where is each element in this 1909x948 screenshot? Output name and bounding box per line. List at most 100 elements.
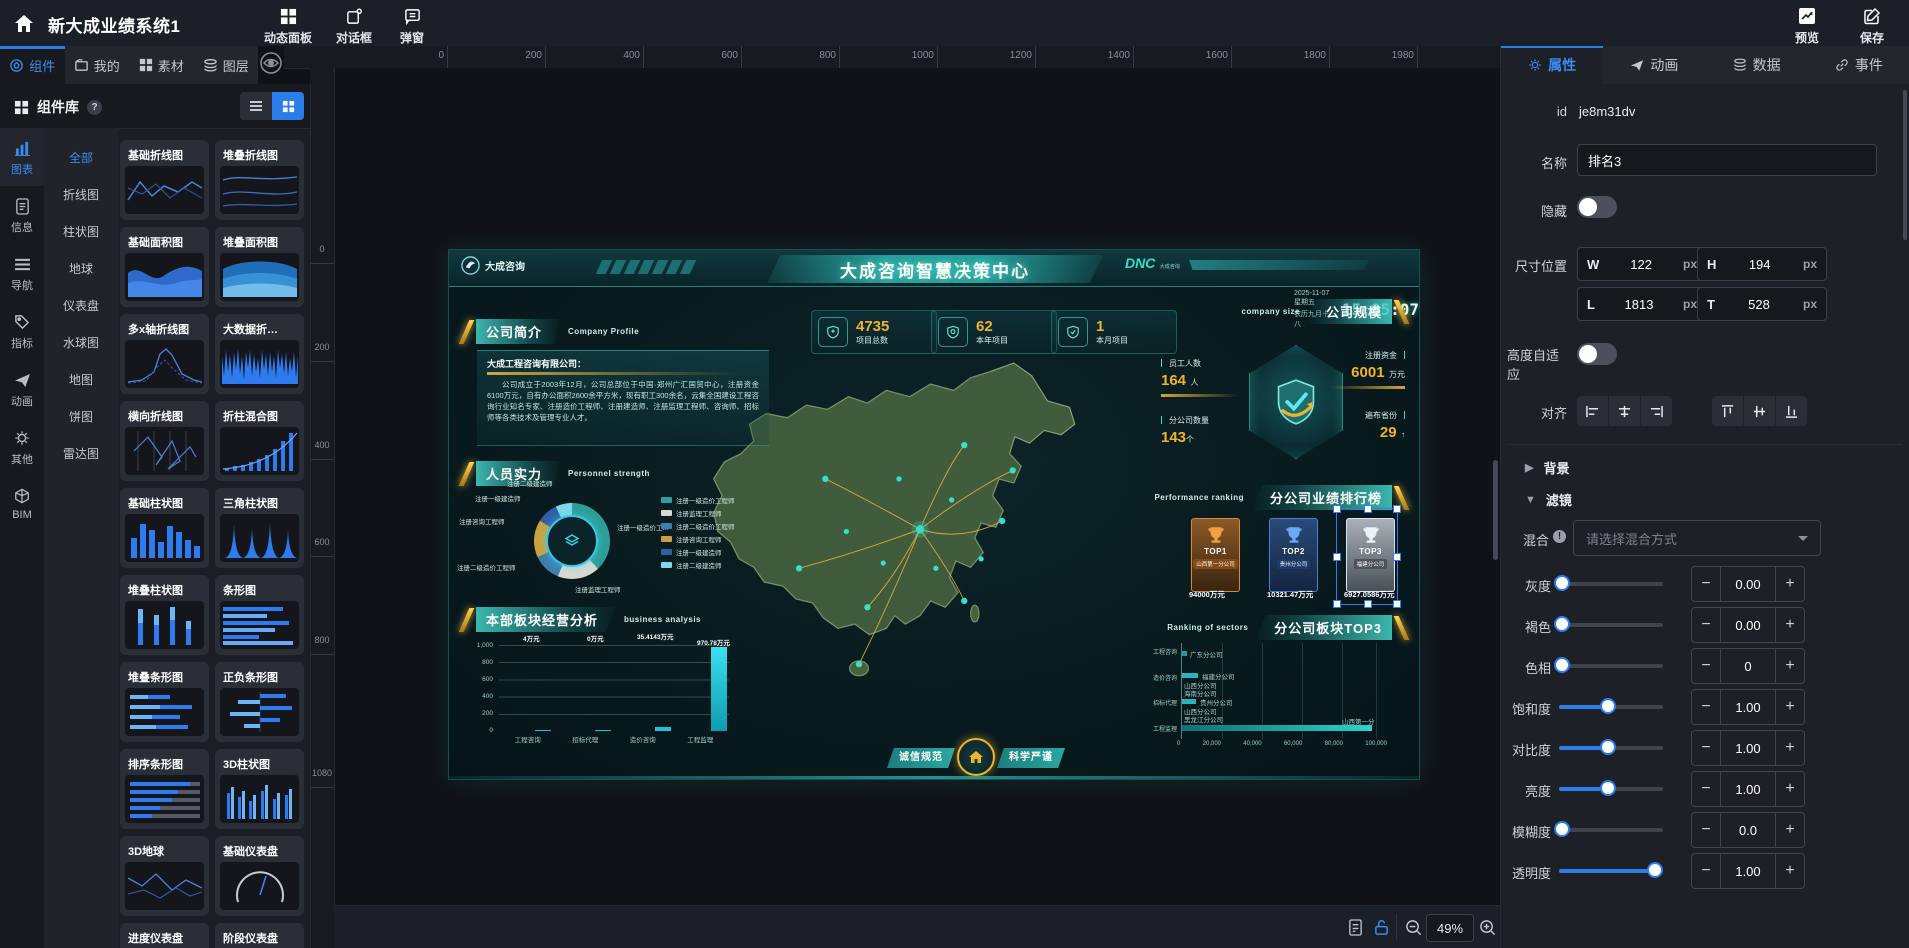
component-card[interactable]: 3D柱状图 (215, 749, 304, 829)
component-card[interactable]: 三角柱状图 (215, 488, 304, 568)
minus-button[interactable]: − (1692, 608, 1720, 642)
inspector-scrollbar[interactable] (1903, 90, 1907, 240)
minus-button[interactable]: − (1692, 772, 1720, 806)
component-card[interactable]: 堆叠折线图 (215, 140, 304, 220)
plus-button[interactable]: + (1776, 854, 1804, 888)
tab-data[interactable]: 数据 (1706, 46, 1808, 84)
hide-toggle[interactable] (1577, 196, 1617, 218)
category-other[interactable]: 其他 (0, 418, 44, 476)
tab-animation[interactable]: 动画 (1603, 46, 1705, 84)
component-card[interactable]: 3D地球 (120, 836, 209, 916)
zoom-level[interactable]: 49% (1426, 914, 1474, 942)
align-center-h-button[interactable] (1609, 396, 1640, 426)
category-charts[interactable]: 图表 (0, 128, 44, 186)
component-card[interactable]: 堆叠柱状图 (120, 575, 209, 655)
business-panel-header[interactable]: 本部板块经营分析 business analysis (464, 608, 784, 631)
align-right-button[interactable] (1641, 396, 1672, 426)
subcategory-liquid[interactable]: 水球图 (44, 325, 118, 362)
zoom-in-icon[interactable] (1476, 916, 1498, 938)
tab-mine[interactable]: 我的 (65, 46, 130, 84)
minus-button[interactable]: − (1692, 690, 1720, 724)
align-middle-v-button[interactable] (1744, 396, 1775, 426)
subcategory-globe[interactable]: 地球 (44, 251, 118, 288)
align-left-button[interactable] (1577, 396, 1608, 426)
tab-layers[interactable]: 图层 (194, 46, 259, 84)
component-card[interactable]: 条形图 (215, 575, 304, 655)
align-bottom-button[interactable] (1776, 396, 1807, 426)
personnel-donut-chart[interactable] (534, 503, 610, 579)
tab-components[interactable]: 组件 (0, 46, 65, 84)
top1-card[interactable]: TOP1 山西第一分公司 (1191, 518, 1240, 592)
minus-button[interactable]: − (1692, 649, 1720, 683)
plus-button[interactable]: + (1776, 567, 1804, 601)
component-card[interactable]: 进度仪表盘 (120, 923, 209, 948)
component-card[interactable]: 基础面积图 (120, 227, 209, 307)
minus-button[interactable]: − (1692, 813, 1720, 847)
sepia-slider[interactable] (1559, 623, 1663, 627)
category-navigation[interactable]: 导航 (0, 244, 44, 302)
tab-materials[interactable]: 素材 (129, 46, 194, 84)
help-icon[interactable]: ? (87, 100, 102, 115)
category-info[interactable]: 信息 (0, 186, 44, 244)
save-button[interactable]: 保存 (1840, 6, 1904, 46)
minus-button[interactable]: − (1692, 854, 1720, 888)
component-card[interactable]: 堆叠条形图 (120, 662, 209, 742)
hue-slider[interactable] (1559, 664, 1663, 668)
top-field[interactable]: T528px (1697, 287, 1827, 321)
category-bim[interactable]: BIM (0, 476, 44, 530)
saturation-slider[interactable] (1559, 705, 1663, 709)
brightness-slider[interactable] (1559, 787, 1663, 791)
component-card[interactable]: 阶段仪表盘 (215, 923, 304, 948)
component-card[interactable]: 基础仪表盘 (215, 836, 304, 916)
list-view-button[interactable] (240, 92, 272, 120)
left-field[interactable]: L1813px (1577, 287, 1707, 321)
subcategory-line[interactable]: 折线图 (44, 177, 118, 214)
grid-view-button[interactable] (272, 92, 304, 120)
width-field[interactable]: W122px (1577, 247, 1707, 281)
home-icon[interactable] (12, 12, 36, 36)
business-bar-chart[interactable]: 1,0008006004002000 4万元 0万元 35.4143万元 970… (471, 642, 731, 746)
dashboard-header[interactable]: 大成咨询 大成咨询智慧决策中心 DNC 大成咨询 (449, 250, 1419, 287)
profile-panel-body[interactable]: 大成工程咨询有限公司： 公司成立于2003年12月，公司总部位于中国·郑州广汇国… (477, 350, 769, 446)
category-metrics[interactable]: 指标 (0, 302, 44, 360)
ranking-panel-header[interactable]: 分公司业绩排行榜 Performance ranking (1099, 486, 1404, 509)
plus-button[interactable]: + (1776, 690, 1804, 724)
component-card[interactable]: 横向折线图 (120, 401, 209, 481)
plus-button[interactable]: + (1776, 813, 1804, 847)
popup-button[interactable]: 弹窗 (380, 6, 444, 46)
component-card[interactable]: 基础折线图 (120, 140, 209, 220)
toggle-guides-eye-icon[interactable] (258, 50, 284, 76)
tab-events[interactable]: 事件 (1808, 46, 1909, 84)
background-section-header[interactable]: ▶ 背景 (1525, 458, 1569, 477)
preview-button[interactable]: 预览 (1775, 6, 1839, 46)
minus-button[interactable]: − (1692, 731, 1720, 765)
plus-button[interactable]: + (1776, 649, 1804, 683)
subcategory-map[interactable]: 地图 (44, 362, 118, 399)
canvas-vertical-scrollbar[interactable] (1493, 460, 1498, 560)
plus-button[interactable]: + (1776, 772, 1804, 806)
align-top-button[interactable] (1712, 396, 1743, 426)
subcategory-radar[interactable]: 雷达图 (44, 436, 118, 473)
component-card[interactable]: 多x轴折线图 (120, 314, 209, 394)
top2-card[interactable]: TOP2 贵州分公司 (1269, 518, 1318, 592)
component-card[interactable]: 基础柱状图 (120, 488, 209, 568)
contrast-slider[interactable] (1559, 746, 1663, 750)
scale-panel-header[interactable]: 公司规模 company size (1099, 300, 1404, 323)
dynamic-panel-button[interactable]: 动态面板 (256, 6, 320, 46)
blend-select[interactable]: 请选择混合方式 (1573, 520, 1821, 556)
minus-button[interactable]: − (1692, 567, 1720, 601)
subcategory-all[interactable]: 全部 (44, 140, 118, 177)
autoheight-toggle[interactable] (1577, 343, 1617, 365)
grayscale-slider[interactable] (1559, 582, 1663, 586)
name-input[interactable]: 排名3 (1577, 144, 1877, 176)
zoom-out-icon[interactable] (1402, 916, 1424, 938)
component-card[interactable]: 折柱混合图 (215, 401, 304, 481)
plus-button[interactable]: + (1776, 731, 1804, 765)
category-animation[interactable]: 动画 (0, 360, 44, 418)
height-field[interactable]: H194px (1697, 247, 1827, 281)
component-card[interactable]: 排序条形图 (120, 749, 209, 829)
blur-slider[interactable] (1559, 828, 1663, 832)
dashboard-artboard[interactable]: 大成咨询 大成咨询智慧决策中心 DNC 大成咨询 2025-11-07 星期五 … (448, 249, 1420, 780)
component-card[interactable]: 堆叠面积图 (215, 227, 304, 307)
component-card[interactable]: 正负条形图 (215, 662, 304, 742)
